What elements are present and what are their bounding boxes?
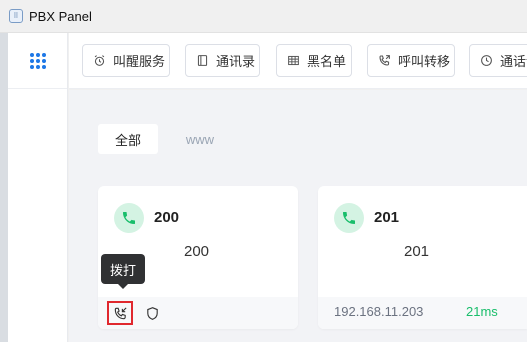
tab-all[interactable]: 全部	[98, 124, 158, 154]
extension-name: 201	[404, 243, 430, 260]
dial-button[interactable]	[107, 301, 133, 325]
dial-tooltip: 拨打	[101, 254, 145, 289]
call-log-label: 通话记录	[500, 54, 527, 69]
phone-icon	[123, 212, 135, 224]
extension-number: 200	[154, 209, 180, 226]
blacklist-button[interactable]: 黑名单	[276, 44, 352, 77]
wakeup-service-label: 叫醒服务	[113, 54, 166, 69]
extension-number: 201	[374, 209, 400, 226]
title-bar: ⠿ PBX Panel	[0, 0, 527, 33]
extension-name: 200	[184, 243, 210, 260]
toolbar: 叫醒服务 通讯录 黑名单 呼叫转移 通话记录	[69, 33, 527, 89]
clock-icon	[481, 55, 492, 66]
window-left-edge	[0, 33, 8, 342]
extension-card-201[interactable]: 201 201 192.168.11.203 21ms	[318, 186, 527, 329]
call-log-button[interactable]: 通话记录	[469, 44, 527, 77]
tab-www[interactable]: www	[175, 124, 225, 154]
blacklist-icon	[288, 55, 299, 66]
dial-call-icon	[114, 306, 127, 319]
wakeup-service-button[interactable]: 叫醒服务	[82, 44, 170, 77]
card-footer	[98, 297, 298, 329]
latency: 21ms	[466, 304, 498, 319]
window-title: PBX Panel	[29, 8, 92, 24]
phone-badge	[114, 203, 144, 233]
phone-icon	[343, 212, 355, 224]
blacklist-label: 黑名单	[307, 54, 347, 69]
alarm-clock-icon	[94, 55, 105, 66]
ip-address: 192.168.11.203	[334, 304, 424, 319]
address-book-button[interactable]: 通讯录	[185, 44, 260, 77]
sidebar	[8, 33, 68, 342]
call-forward-icon	[379, 55, 390, 66]
shield-icon	[146, 306, 158, 320]
security-button[interactable]	[139, 301, 165, 325]
address-book-icon	[197, 55, 208, 66]
phone-badge	[334, 203, 364, 233]
dialpad-logo-icon[interactable]	[29, 52, 46, 69]
app-icon: ⠿	[9, 9, 23, 23]
card-footer: 192.168.11.203 21ms	[318, 297, 527, 329]
address-book-label: 通讯录	[216, 54, 256, 69]
call-forward-button[interactable]: 呼叫转移	[367, 44, 455, 77]
call-forward-label: 呼叫转移	[398, 54, 451, 69]
